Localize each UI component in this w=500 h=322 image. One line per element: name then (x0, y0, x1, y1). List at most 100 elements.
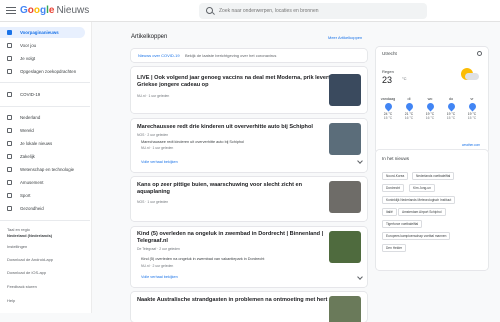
sidebar-item-health[interactable]: Gezondheid (0, 203, 90, 214)
forecast-day-name: vr (470, 97, 474, 101)
region-label: Taal en regio (7, 227, 30, 232)
topic-chip[interactable]: Italië (382, 208, 397, 216)
related-story-link[interactable]: Marechaussee redt kinderen uit oververhi… (141, 140, 244, 144)
search-icon (7, 69, 12, 74)
rain-icon (383, 101, 393, 112)
story-source[interactable]: NU.nl (137, 94, 145, 98)
home-icon (7, 30, 12, 35)
feedback-link[interactable]: Feedback sturen (7, 284, 37, 289)
logo-letter: G (20, 5, 28, 16)
story-time: 2 uur geleden (159, 247, 180, 251)
story-thumbnail[interactable] (329, 296, 361, 322)
weather-source-link[interactable]: weather.com (462, 143, 480, 147)
forecast-day: di 21 °C 16 °C (401, 97, 417, 120)
topic-chip[interactable]: Den Helder (382, 244, 407, 252)
related-story-source[interactable]: NU.nl (141, 146, 149, 150)
topic-chip[interactable]: Kim Jong-un (409, 184, 435, 192)
story-source[interactable]: NOS (137, 133, 144, 137)
forecast-day: vr 19 °C 15 °C (464, 97, 480, 120)
story-thumbnail[interactable] (329, 181, 361, 213)
sidebar-item-following[interactable]: Je volgt (0, 53, 90, 64)
help-link[interactable]: Help (7, 298, 15, 303)
rain-icon (404, 101, 414, 112)
gear-icon[interactable] (477, 51, 482, 56)
cloud-icon (465, 73, 479, 80)
weather-unit[interactable]: °C (402, 76, 407, 81)
covid-banner[interactable]: Nieuws over COVID-19 Bekijk de laatste b… (131, 49, 367, 62)
story-card: Marechaussee redt drie kinderen uit over… (131, 119, 367, 172)
covid-banner-link[interactable]: Nieuws over COVID-19 (138, 53, 180, 58)
related-story-source[interactable]: NU.nl (141, 264, 149, 268)
forecast-low: 15 °C (446, 116, 456, 120)
search-box[interactable] (199, 3, 427, 19)
logo-suffix: Nieuws (56, 5, 90, 16)
main-menu-icon[interactable] (6, 5, 16, 17)
in-the-news-title: In het nieuws (382, 156, 410, 161)
settings-link[interactable]: Instellingen (7, 244, 27, 249)
sidebar-item-for-you[interactable]: Voor jou (0, 40, 90, 51)
sidebar-item-top-stories[interactable]: Voorpaginanieuws (0, 27, 85, 38)
story-headline[interactable]: Griekse jongere cadeau op (137, 82, 209, 89)
forecast-low: 15 °C (467, 116, 477, 120)
sidebar-item-business[interactable]: Zakelijk (0, 151, 90, 162)
story-headline[interactable]: LIVE | Ook volgend jaar genoeg vaccins n… (137, 75, 330, 82)
sidebar-item-label: Wetenschap en technologie (20, 167, 75, 172)
sidebar-item-label: Sport (20, 193, 31, 198)
search-input[interactable] (219, 5, 419, 17)
story-source[interactable]: NOS (137, 200, 144, 204)
story-headline[interactable]: Kans op zeer pittige buien, waarschuwing… (137, 182, 302, 189)
android-app-link[interactable]: Download de Android-app (7, 257, 53, 262)
topic-chip[interactable]: Europees kampioenschap voetbal mannen (382, 232, 451, 240)
sidebar-item-label: Je lokale nieuws (20, 141, 53, 146)
sidebar-item-saved-searches[interactable]: Opgeslagen zoekopdrachten (0, 66, 90, 77)
bike-icon (7, 193, 12, 198)
story-headline[interactable]: Kind (5) overleden na ongeluk in zwembad… (137, 231, 323, 238)
forecast-day-name: vandaag (380, 97, 396, 101)
region-value[interactable]: Nederland (Nederlands) (7, 233, 52, 238)
chevron-down-icon[interactable] (357, 274, 363, 280)
ios-app-link[interactable]: Download de iOS-app (7, 270, 46, 275)
story-thumbnail[interactable] (329, 231, 361, 263)
top-bar: Google Nieuws (0, 0, 500, 22)
related-story-link[interactable]: Kind (5) overleden na ongeluk in zwembad… (141, 257, 264, 261)
sidebar-item-label: Wereld (20, 128, 34, 133)
sidebar-item-local[interactable]: Je lokale nieuws (0, 138, 90, 149)
sidebar-item-label: COVID-19 (20, 92, 41, 97)
sidebar-divider (0, 82, 90, 83)
story-thumbnail[interactable] (329, 123, 361, 155)
logo-letter: e (48, 5, 55, 16)
covid-banner-text: Bekijk de laatste berichtgeving over het… (185, 53, 277, 58)
story-card: Kans op zeer pittige buien, waarschuwing… (131, 177, 367, 221)
sidebar-item-science[interactable]: Wetenschap en technologie (0, 164, 90, 175)
forecast-day: do 19 °C 15 °C (443, 97, 459, 120)
science-icon (7, 167, 12, 172)
sidebar-item-netherlands[interactable]: Nederland (0, 112, 90, 123)
full-coverage-link[interactable]: Volle verhaal bekijken (141, 160, 178, 164)
topic-chip[interactable]: Nederlands voetbalelftal (412, 172, 455, 180)
sidebar-item-covid[interactable]: COVID-19 (0, 89, 90, 100)
story-time: 1 uur geleden (147, 200, 169, 204)
topic-chip[interactable]: Noord-Korea (382, 172, 409, 180)
sidebar-item-entertainment[interactable]: Amusement (0, 177, 90, 188)
more-headlines-link[interactable]: Meer Artikelkoppen (328, 35, 362, 40)
related-story-time: 2 uur geleden (152, 264, 174, 268)
google-news-logo[interactable]: Google Nieuws (20, 4, 89, 18)
forecast-day-name: wo (427, 97, 433, 101)
story-time: 2 uur geleden (147, 133, 169, 137)
health-icon (7, 206, 12, 211)
story-headline[interactable]: Telegraaf.nl (137, 238, 168, 245)
topic-chip[interactable]: Amsterdam Airport Schiphol (398, 208, 446, 216)
story-headline[interactable]: Naakte Australische strandgasten in prob… (137, 297, 327, 304)
topic-chip[interactable]: Dordrecht (382, 184, 404, 192)
sidebar-item-world[interactable]: Wereld (0, 125, 90, 136)
story-thumbnail[interactable] (329, 74, 361, 106)
weather-temperature: 23 (382, 75, 393, 85)
story-headline[interactable]: Marechaussee redt drie kinderen uit over… (137, 124, 313, 131)
topic-chip[interactable]: Koninklijk Nederlands Meteorologisch Ins… (382, 196, 456, 204)
story-source[interactable]: De Telegraaf (137, 247, 156, 251)
full-coverage-link[interactable]: Volle verhaal bekijken (141, 275, 178, 279)
topic-chip[interactable]: Tigerforce voetbalelftal (382, 220, 423, 228)
chevron-down-icon[interactable] (357, 158, 363, 164)
story-headline[interactable]: aquaplaning (137, 189, 170, 196)
sidebar-item-sport[interactable]: Sport (0, 190, 90, 201)
